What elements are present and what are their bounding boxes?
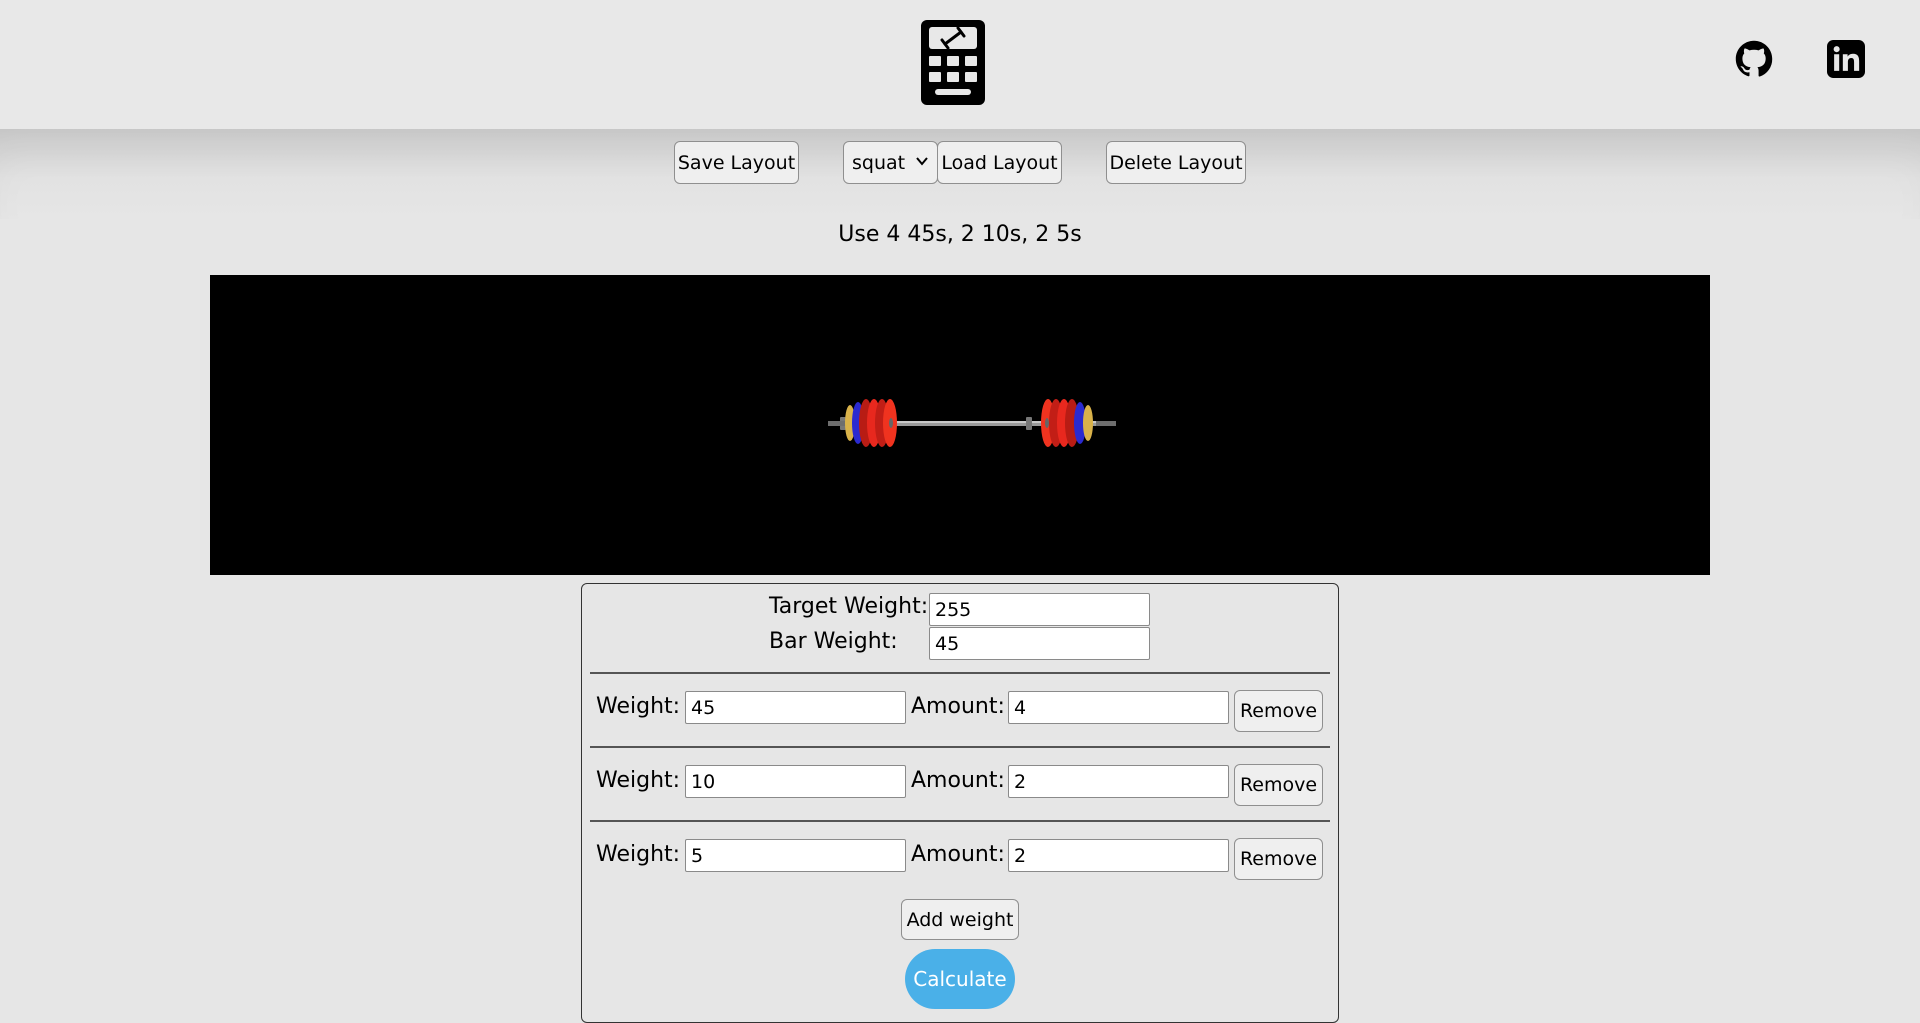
left-plates <box>845 399 897 447</box>
calculator-dumbbell-icon[interactable] <box>921 20 985 105</box>
add-weight-button[interactable]: Add weight <box>901 899 1019 940</box>
bar-weight-label: Bar Weight: <box>769 629 898 654</box>
right-plates <box>1041 399 1093 447</box>
result-text: Use 4 45s, 2 10s, 2 5s <box>838 222 1082 247</box>
delete-layout-button[interactable]: Delete Layout <box>1106 141 1246 184</box>
target-weight-input[interactable]: 255 <box>929 593 1150 626</box>
amount-input[interactable]: 2 <box>1008 839 1229 872</box>
weight-label: Weight: <box>596 768 681 793</box>
remove-button[interactable]: Remove <box>1234 690 1323 732</box>
weight-label: Weight: <box>596 694 681 719</box>
calculate-button[interactable]: Calculate <box>905 949 1015 1009</box>
amount-label: Amount: <box>911 694 1005 719</box>
remove-button[interactable]: Remove <box>1234 838 1323 880</box>
weight-form: Target Weight: 255 Bar Weight: 45 Weight… <box>581 583 1339 1023</box>
weight-label: Weight: <box>596 842 681 867</box>
weight-input[interactable]: 45 <box>685 691 906 724</box>
divider <box>590 672 1330 674</box>
layout-select[interactable]: squat <box>843 141 938 184</box>
target-weight-label: Target Weight: <box>769 594 929 619</box>
linkedin-icon[interactable] <box>1827 40 1865 78</box>
divider <box>590 746 1330 748</box>
weight-input[interactable]: 10 <box>685 765 906 798</box>
amount-input[interactable]: 2 <box>1008 765 1229 798</box>
amount-input[interactable]: 4 <box>1008 691 1229 724</box>
barbell-illustration <box>828 399 1116 447</box>
header <box>0 0 1920 129</box>
divider <box>590 820 1330 822</box>
amount-label: Amount: <box>911 768 1005 793</box>
bar-weight-input[interactable]: 45 <box>929 627 1150 660</box>
layout-select-value: squat <box>852 151 906 174</box>
barbell-canvas <box>210 275 1710 575</box>
save-layout-button[interactable]: Save Layout <box>674 141 799 184</box>
load-layout-button[interactable]: Load Layout <box>937 141 1062 184</box>
github-icon[interactable] <box>1735 40 1773 78</box>
chevron-down-icon <box>916 157 928 166</box>
remove-button[interactable]: Remove <box>1234 764 1323 806</box>
weight-input[interactable]: 5 <box>685 839 906 872</box>
amount-label: Amount: <box>911 842 1005 867</box>
